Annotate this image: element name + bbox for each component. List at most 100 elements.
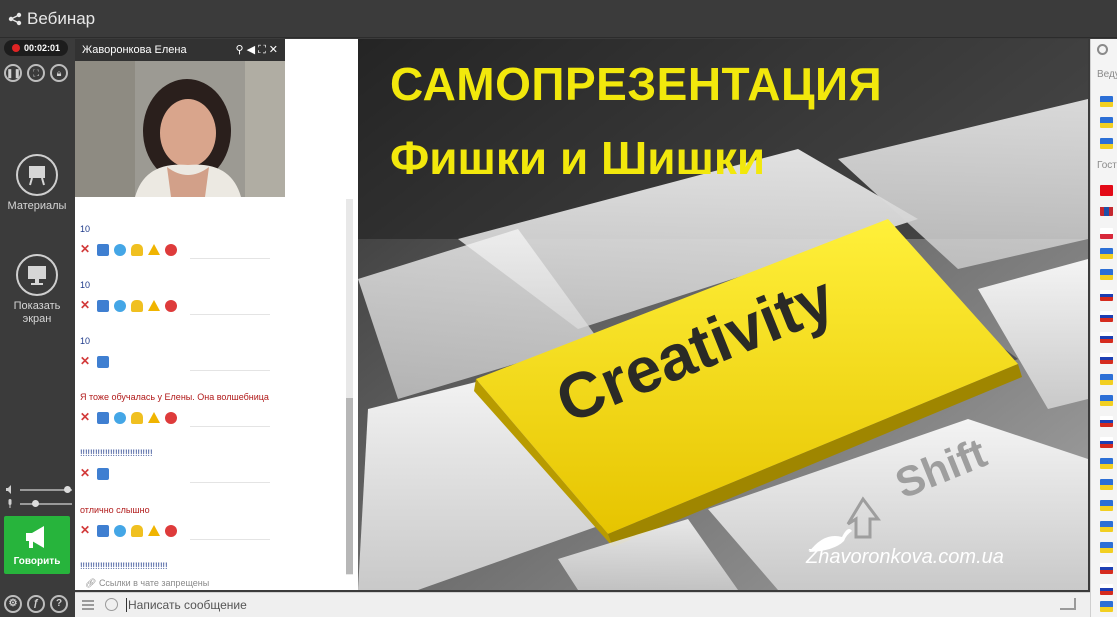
speaker-volume-slider[interactable] [6,484,72,496]
message-actions: ✕ [80,243,342,260]
chat-message-text: !!!!!!!!!!!!!!!!!!!!!!!!!!!!!!!!!!! [80,561,168,571]
flag-ua-icon[interactable] [1100,138,1113,149]
chat-message-text: 10 [80,280,91,290]
participants-strip: Ведущие Гости [1090,39,1117,617]
flag-ua-icon[interactable] [1100,269,1113,280]
bell-icon[interactable] [131,412,143,424]
fullscreen-icon[interactable]: ⛶ [27,64,45,82]
search-icon[interactable] [1097,44,1108,55]
expand-icon[interactable]: ⛶ [258,44,269,56]
mic-volume-slider[interactable] [6,498,72,510]
bell-icon[interactable] [131,300,143,312]
flag-ua-icon[interactable] [1100,601,1113,612]
bell-icon[interactable] [131,244,143,256]
copy-icon[interactable] [97,468,109,480]
close-icon[interactable]: ✕ [269,44,281,56]
warning-icon[interactable] [148,300,160,311]
presenter-video[interactable]: Жаворонкова Елена ⚲◀⛶✕ [75,39,285,197]
recording-indicator[interactable]: 00:02:01 [4,40,68,56]
chat-message: Я тоже обучалась у Елены. Она волшебница… [80,392,342,428]
materials-button[interactable]: Материалы [0,154,74,212]
copy-icon[interactable] [97,525,109,537]
flag-ua-icon[interactable] [1100,96,1113,107]
text-caret [126,598,127,612]
flag-ua-icon[interactable] [1100,117,1113,128]
flag-ua-icon[interactable] [1100,479,1113,490]
flag-ru-icon[interactable] [1100,584,1113,595]
flag-mn-icon[interactable] [1100,205,1113,216]
copy-icon[interactable] [97,300,109,312]
ban-icon[interactable] [165,300,177,312]
copy-icon[interactable] [97,244,109,256]
warning-icon[interactable] [148,412,160,423]
copy-icon[interactable] [97,412,109,424]
chat-message: 10 ✕ [80,224,342,260]
delete-icon[interactable]: ✕ [80,467,92,480]
flag-ru-icon[interactable] [1100,311,1113,322]
reply-icon[interactable] [114,412,126,424]
presenter-webcam [75,61,285,197]
volume-icon[interactable]: ◀ [247,44,258,56]
pause-icon[interactable]: ❚❚ [4,64,22,82]
delete-icon[interactable]: ✕ [80,243,92,256]
flag-ru-icon[interactable] [1100,437,1113,448]
talk-label: Говорить [13,556,61,567]
ban-icon[interactable] [165,244,177,256]
chat-scrollbar[interactable] [346,199,353,575]
flag-pl-icon[interactable] [1100,228,1113,239]
flag-tr-icon[interactable] [1100,185,1113,196]
smiley-icon[interactable] [105,598,118,611]
speaker-volume-knob[interactable] [64,486,71,493]
message-input[interactable] [128,596,1028,614]
menu-icon[interactable] [82,600,94,610]
delete-icon[interactable]: ✕ [80,524,92,537]
message-divider [190,258,270,259]
flag-ru-icon[interactable] [1100,332,1113,343]
ban-icon[interactable] [165,412,177,424]
share-screen-button[interactable]: Показать экран [0,254,74,326]
delete-icon[interactable]: ✕ [80,411,92,424]
record-dot-icon [12,44,20,52]
flag-ru-icon[interactable] [1100,290,1113,301]
help-icon[interactable]: ? [50,595,68,613]
speaker-icon [6,485,11,494]
chat-message: !!!!!!!!!!!!!!!!!!!!!!!!!!!!! ✕ [80,448,342,484]
link-icon: 🔗︎ [85,578,99,588]
share-icon[interactable] [8,12,22,26]
chat-scrollbar-thumb[interactable] [346,398,353,574]
reply-icon[interactable] [114,525,126,537]
flag-sk-icon[interactable] [1100,353,1113,364]
delete-icon[interactable]: ✕ [80,299,92,312]
reply-icon[interactable] [114,300,126,312]
flag-ua-icon[interactable] [1100,458,1113,469]
settings-icon[interactable]: ⚙ [4,595,22,613]
presentation-slide[interactable]: Creativity Shift САМОПРЕЗЕНТАЦИЯ Фишки и… [358,39,1088,590]
message-actions: ✕ [80,524,342,541]
flag-ru-icon[interactable] [1100,563,1113,574]
flag-ua-icon[interactable] [1100,395,1113,406]
warning-icon[interactable] [148,244,160,255]
flag-ua-icon[interactable] [1100,374,1113,385]
send-icon[interactable] [1060,598,1076,610]
warning-icon[interactable] [148,525,160,536]
lock-icon[interactable]: 🔒︎ [50,64,68,82]
mic-volume-knob[interactable] [32,500,39,507]
bell-icon[interactable] [131,525,143,537]
flag-ua-icon[interactable] [1100,500,1113,511]
hosts-label: Ведущие [1097,69,1117,80]
links-forbidden-note: 🔗︎ Ссылки в чате запрещены [85,578,209,589]
pin-icon[interactable]: ⚲ [236,44,247,56]
keyboard-illustration: Creativity Shift [358,39,1088,590]
flag-ua-icon[interactable] [1100,542,1113,553]
reply-icon[interactable] [114,244,126,256]
flag-ru-icon[interactable] [1100,416,1113,427]
flag-ua-icon[interactable] [1100,521,1113,532]
ban-icon[interactable] [165,525,177,537]
delete-icon[interactable]: ✕ [80,355,92,368]
flag-ua-icon[interactable] [1100,248,1113,259]
message-actions: ✕ [80,411,342,428]
mic-volume-track [20,503,72,505]
tools-icon[interactable]: ƒ [27,595,45,613]
copy-icon[interactable] [97,356,109,368]
talk-button[interactable]: Говорить [4,516,70,574]
